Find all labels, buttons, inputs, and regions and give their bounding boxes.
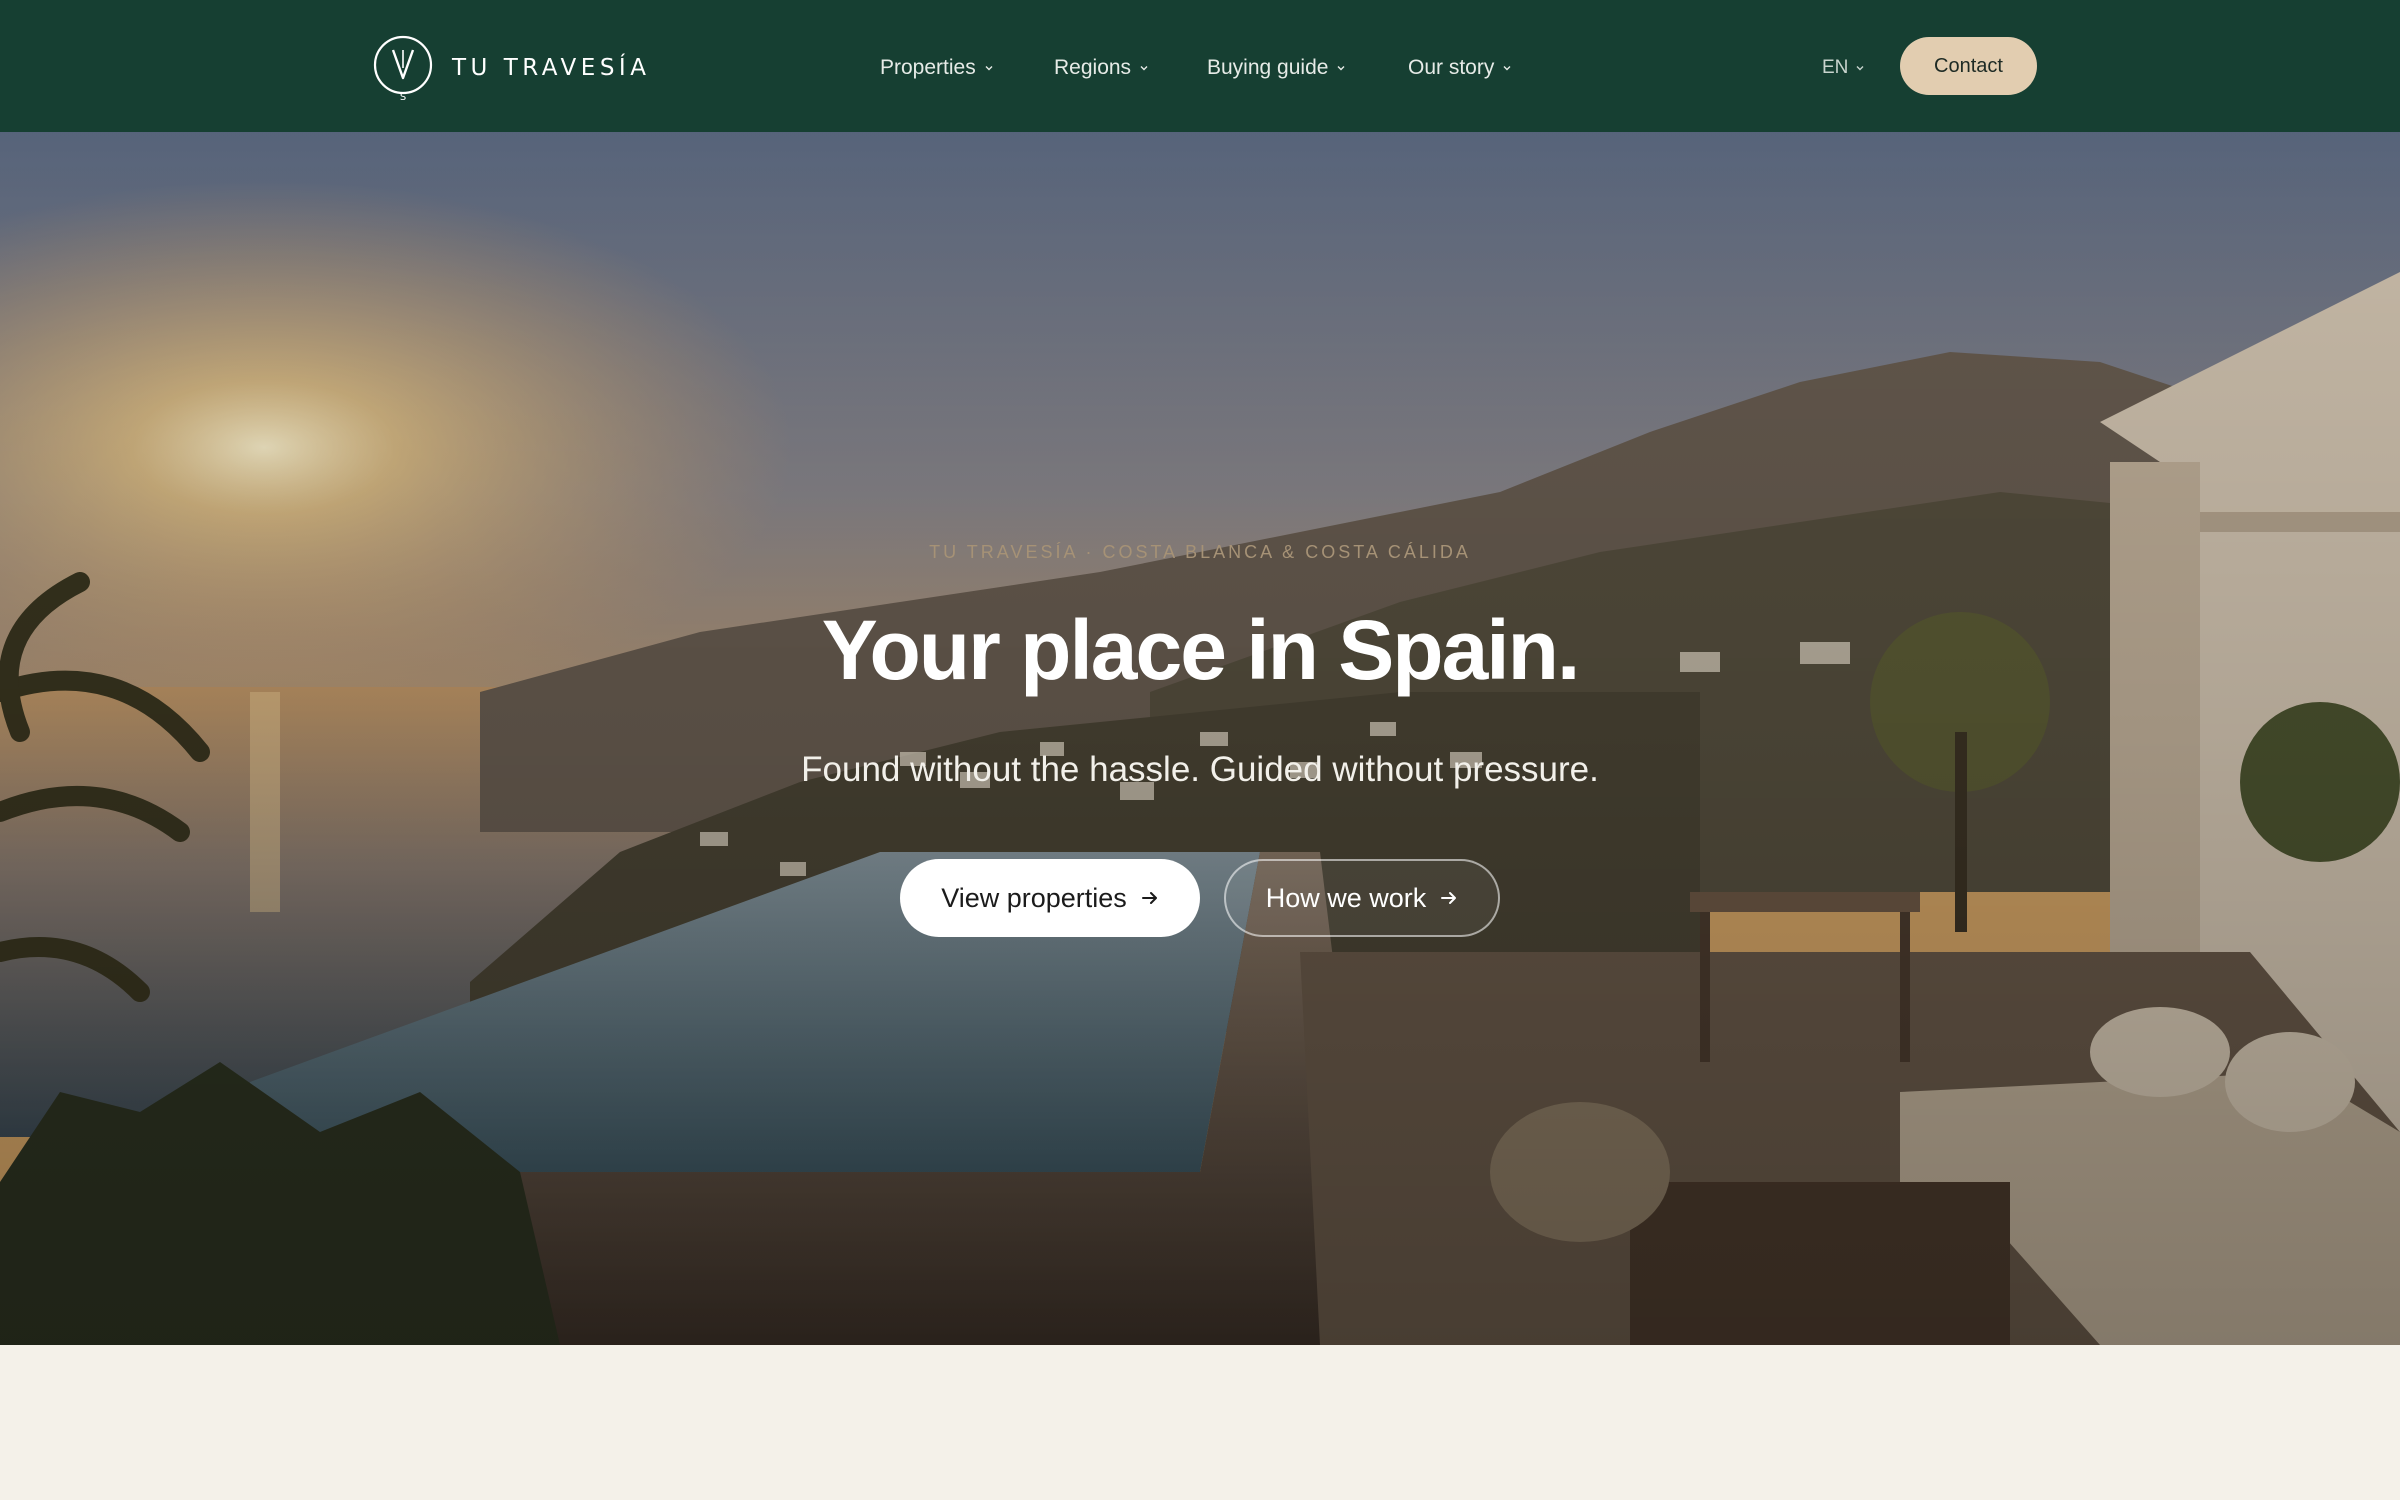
compass-v-icon: S xyxy=(373,35,433,102)
language-selector[interactable]: EN xyxy=(1822,48,1865,88)
nav-regions[interactable]: Regions xyxy=(1054,48,1149,88)
arrow-right-icon xyxy=(1141,892,1157,904)
hero-eyebrow: TU TRAVESÍA · COSTA BLANCA & COSTA CÁLID… xyxy=(929,542,1471,562)
hero-background-image xyxy=(0,132,2400,1345)
nav-properties-label: Properties xyxy=(880,56,976,79)
chevron-down-icon xyxy=(1503,66,1511,71)
nav-regions-label: Regions xyxy=(1054,56,1132,79)
view-properties-label: View properties xyxy=(941,882,1127,913)
chevron-down-icon xyxy=(1337,66,1345,71)
site-header: S TU TRAVESÍA Properties Regions Buying … xyxy=(0,0,2400,132)
contact-button[interactable]: Contact xyxy=(1900,37,2037,95)
nav-our-story[interactable]: Our story xyxy=(1408,48,1512,88)
nav-properties[interactable]: Properties xyxy=(880,48,994,88)
hero: TU TRAVESÍA · COSTA BLANCA & COSTA CÁLID… xyxy=(0,132,2400,1345)
language-label: EN xyxy=(1822,57,1849,78)
chevron-down-icon xyxy=(1140,66,1148,71)
arrow-right-icon xyxy=(1441,892,1457,904)
logo[interactable]: S TU TRAVESÍA xyxy=(372,35,651,102)
hero-title: Your place in Spain. xyxy=(821,603,1581,697)
logo-text: TU TRAVESÍA xyxy=(452,55,651,81)
chevron-down-icon xyxy=(985,66,993,71)
content-section xyxy=(0,1345,2400,1500)
svg-text:S: S xyxy=(400,92,406,102)
how-we-work-label: How we work xyxy=(1265,882,1427,913)
chevron-down-icon xyxy=(1856,66,1864,71)
view-properties-button[interactable]: View properties xyxy=(900,859,1200,937)
nav-buying-guide[interactable]: Buying guide xyxy=(1207,48,1346,88)
nav-our-story-label: Our story xyxy=(1408,56,1495,79)
nav-buying-guide-label: Buying guide xyxy=(1207,56,1329,79)
hero-subtitle: Found without the hassle. Guided without… xyxy=(801,750,1599,789)
how-we-work-button[interactable]: How we work xyxy=(1224,859,1500,937)
